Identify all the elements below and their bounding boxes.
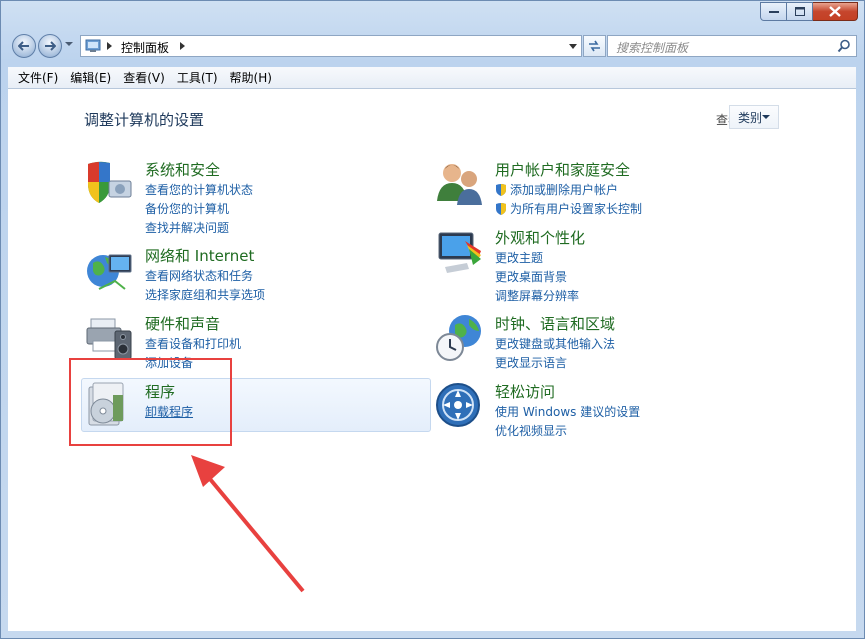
- category-appearance: 外观和个性化 更改主题 更改桌面背景 调整屏幕分辨率: [435, 227, 855, 303]
- link-label: 为所有用户设置家长控制: [510, 202, 643, 216]
- link-optimize-video-display[interactable]: 优化视频显示: [495, 422, 640, 441]
- search-box[interactable]: 搜索控制面板: [607, 35, 857, 57]
- view-by-value: 类别: [738, 110, 763, 125]
- refresh-icon: [589, 40, 600, 52]
- printer-speaker-icon: [86, 318, 132, 360]
- menu-view[interactable]: 查看(V): [117, 69, 171, 86]
- link-view-computer-status[interactable]: 查看您的计算机状态: [145, 181, 253, 200]
- navigation-bar: 控制面板 搜索控制面板: [9, 31, 857, 61]
- search-input[interactable]: 搜索控制面板: [616, 39, 688, 56]
- category-ease-of-access: 轻松访问 使用 Windows 建议的设置 优化视频显示: [435, 381, 855, 438]
- page-title: 调整计算机的设置: [84, 111, 205, 129]
- maximize-icon: [794, 7, 805, 16]
- link-homegroup-sharing[interactable]: 选择家庭组和共享选项: [145, 286, 265, 305]
- link-backup-computer[interactable]: 备份您的计算机: [145, 200, 253, 219]
- search-icon[interactable]: [837, 39, 851, 53]
- back-arrow-icon: [18, 41, 29, 51]
- control-panel-window: 控制面板 搜索控制面板 文件(F) 编辑(E) 查看(V) 工具(T) 帮助(H…: [0, 0, 865, 639]
- maximize-button[interactable]: [787, 2, 813, 21]
- recent-pages-dropdown[interactable]: [65, 42, 73, 46]
- category-title[interactable]: 硬件和声音: [145, 313, 220, 334]
- menu-tools[interactable]: 工具(T): [171, 69, 224, 86]
- users-icon: [437, 164, 482, 205]
- link-add-remove-users[interactable]: 添加或删除用户帐户: [495, 181, 642, 200]
- category-title[interactable]: 网络和 Internet: [145, 245, 254, 266]
- annotation-highlight-box: [69, 358, 232, 446]
- category-clock-language-region: 时钟、语言和区域 更改键盘或其他输入法 更改显示语言: [435, 313, 855, 370]
- menu-bar: 文件(F) 编辑(E) 查看(V) 工具(T) 帮助(H): [8, 67, 856, 89]
- annotation-arrow-icon: [191, 455, 305, 593]
- minimize-icon: [768, 10, 779, 13]
- category-title[interactable]: 用户帐户和家庭安全: [495, 159, 630, 180]
- close-button[interactable]: [813, 2, 858, 21]
- content-area: 调整计算机的设置 查看方式: 类别 系统和安全 查看您的计算机状态 备份您的计算…: [8, 89, 856, 631]
- link-change-input-method[interactable]: 更改键盘或其他输入法: [495, 335, 615, 354]
- link-change-background[interactable]: 更改桌面背景: [495, 268, 579, 287]
- network-globe-icon: [87, 254, 132, 290]
- forward-button[interactable]: [38, 34, 62, 58]
- uac-shield-icon: [496, 203, 506, 215]
- address-bar[interactable]: 控制面板: [80, 35, 582, 57]
- ease-of-access-icon: [436, 383, 480, 427]
- category-system-security: 系统和安全 查看您的计算机状态 备份您的计算机 查找并解决问题: [85, 159, 425, 235]
- link-screen-resolution[interactable]: 调整屏幕分辨率: [495, 287, 579, 306]
- monitor-colors-icon: [438, 232, 481, 273]
- category-user-accounts: 用户帐户和家庭安全 添加或删除用户帐户 为所有用户设置家长控制: [435, 159, 855, 219]
- category-title[interactable]: 系统和安全: [145, 159, 220, 180]
- breadcrumb-separator-icon[interactable]: [107, 42, 112, 50]
- clock-globe-icon: [436, 315, 481, 361]
- link-view-network-status[interactable]: 查看网络状态和任务: [145, 267, 265, 286]
- link-windows-recommended-settings[interactable]: 使用 Windows 建议的设置: [495, 403, 640, 422]
- shield-pc-icon: [88, 161, 132, 203]
- breadcrumb-control-panel[interactable]: 控制面板: [121, 39, 169, 56]
- caption-buttons: [760, 2, 858, 21]
- link-change-display-language[interactable]: 更改显示语言: [495, 354, 615, 373]
- view-by-dropdown[interactable]: 类别: [729, 105, 779, 129]
- minimize-button[interactable]: [760, 2, 787, 21]
- control-panel-icon: [85, 39, 101, 52]
- uac-shield-icon: [496, 184, 506, 196]
- refresh-button[interactable]: [583, 35, 606, 57]
- back-button[interactable]: [12, 34, 36, 58]
- chevron-down-icon: [762, 115, 770, 119]
- link-parental-controls[interactable]: 为所有用户设置家长控制: [495, 200, 642, 219]
- menu-help[interactable]: 帮助(H): [224, 69, 278, 86]
- category-title[interactable]: 轻松访问: [495, 381, 555, 402]
- category-title[interactable]: 时钟、语言和区域: [495, 313, 615, 334]
- menu-edit[interactable]: 编辑(E): [64, 69, 117, 86]
- menu-file[interactable]: 文件(F): [12, 69, 64, 86]
- forward-arrow-icon: [45, 41, 56, 51]
- link-devices-printers[interactable]: 查看设备和打印机: [145, 335, 241, 354]
- address-dropdown-icon[interactable]: [569, 44, 577, 49]
- link-change-theme[interactable]: 更改主题: [495, 249, 579, 268]
- link-troubleshoot[interactable]: 查找并解决问题: [145, 219, 253, 238]
- breadcrumb-separator-icon[interactable]: [180, 42, 185, 50]
- category-network-internet: 网络和 Internet 查看网络状态和任务 选择家庭组和共享选项: [85, 245, 425, 305]
- link-label: 添加或删除用户帐户: [510, 183, 619, 197]
- category-title[interactable]: 外观和个性化: [495, 227, 585, 248]
- close-icon: [829, 6, 841, 17]
